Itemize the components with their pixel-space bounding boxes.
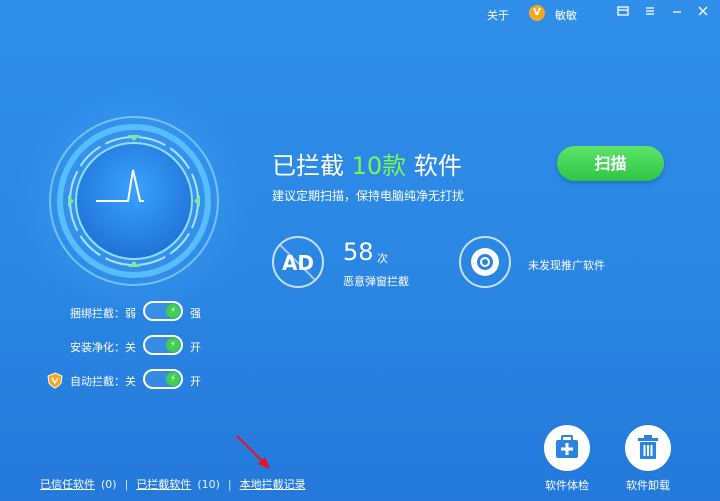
bottom-links: 已信任软件 (0) | 已拦截软件 (10) | 本地拦截记录 (40, 476, 306, 492)
trusted-software-link[interactable]: 已信任软件 (40, 478, 95, 491)
lightning-icon: ⚡ (166, 304, 180, 318)
shield-vip-icon (47, 372, 63, 389)
blocked-count: 10款 (351, 152, 407, 180)
software-checkup-label: 软件体检 (545, 479, 589, 492)
trash-icon (625, 425, 671, 471)
software-uninstall-button[interactable]: 软件卸载 (613, 425, 683, 493)
bundle-block-label: 捆绑拦截：弱 (70, 307, 136, 320)
local-records-link[interactable]: 本地拦截记录 (240, 478, 306, 491)
trusted-count: (0) (101, 478, 117, 491)
bundle-block-switch[interactable]: ⚡ (143, 301, 183, 321)
annotation-arrow-icon (236, 435, 270, 469)
install-clean-toggle-row: 安装净化：关 ⚡ 开 (0, 335, 220, 357)
title-bar: 关于 V 敏敏 (0, 0, 720, 28)
install-clean-label: 安装净化：关 (70, 341, 136, 354)
bundle-block-toggle-row: 捆绑拦截：弱 ⚡ 强 (0, 301, 220, 323)
protection-gauge-icon (0, 70, 269, 310)
close-icon[interactable] (694, 4, 712, 22)
ad-icon-text: AD (281, 251, 315, 275)
feedback-icon[interactable] (614, 4, 632, 22)
link-separator: | (227, 478, 232, 491)
minimize-icon[interactable] (668, 4, 686, 22)
auto-block-label: 自动拦截：关 (70, 375, 136, 388)
blocked-software-link[interactable]: 已拦截软件 (136, 478, 191, 491)
popup-count: 58 (343, 238, 374, 266)
software-checkup-button[interactable]: 软件体检 (532, 425, 602, 493)
software-uninstall-label: 软件卸载 (626, 479, 670, 492)
blocked-prefix: 已拦截 (272, 152, 352, 180)
menu-icon[interactable] (641, 4, 659, 22)
promo-software-icon (459, 236, 511, 288)
install-clean-switch[interactable]: ⚡ (143, 335, 183, 355)
lightning-icon: ⚡ (166, 338, 180, 352)
scan-button[interactable]: 扫描 (557, 146, 664, 181)
blocked-summary: 已拦截 10款 软件 (272, 146, 462, 181)
auto-block-toggle-row: 自动拦截：关 ⚡ 开 (0, 369, 220, 391)
link-separator: | (124, 478, 129, 491)
ad-block-icon: AD (272, 236, 324, 288)
vip-badge-icon[interactable]: V (529, 5, 545, 21)
bundle-block-state: 强 (190, 307, 201, 320)
popup-label: 恶意弹窗拦截 (343, 275, 409, 288)
blocked-count-label: (10) (197, 478, 220, 491)
blocked-suffix: 软件 (406, 152, 462, 180)
username[interactable]: 敏敏 (555, 7, 577, 23)
medkit-icon (544, 425, 590, 471)
about-link[interactable]: 关于 (487, 7, 509, 23)
auto-block-state: 开 (190, 375, 201, 388)
auto-block-switch[interactable]: ⚡ (143, 369, 183, 389)
popup-unit: 次 (377, 252, 388, 265)
scan-advice: 建议定期扫描，保持电脑纯净无打扰 (272, 189, 465, 203)
install-clean-state: 开 (190, 341, 201, 354)
lightning-icon: ⚡ (166, 372, 180, 386)
promo-status: 未发现推广软件 (528, 259, 605, 272)
